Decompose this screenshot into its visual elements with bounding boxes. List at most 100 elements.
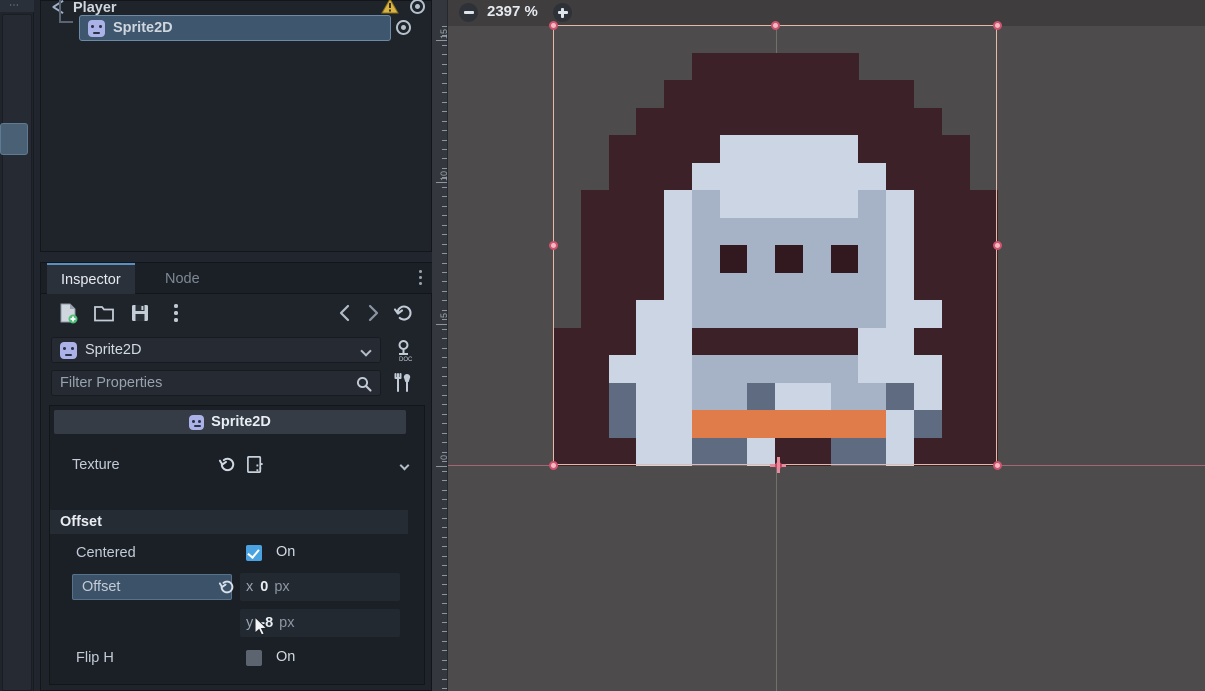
canvas-viewport[interactable]: 2397 % 15 10 5 0 [255,0,1205,691]
ruler-tick [442,621,447,623]
property-label-texture: Texture [72,457,120,473]
ruler-tick [442,574,447,576]
ruler-label: 0 [439,455,449,461]
zoom-out-icon[interactable] [459,3,478,22]
revert-icon[interactable] [218,455,237,474]
zoom-level-label[interactable]: 2397 % [487,3,538,20]
sprite2d-icon-mouth [194,424,202,427]
selection-bounding-box [553,25,997,465]
quick-load-icon[interactable] [246,455,265,474]
selection-handle-middle-left[interactable] [549,241,558,250]
object-tools-icon[interactable] [391,370,417,396]
ruler-tick [442,565,447,567]
ruler-tick [442,158,447,160]
checkbox-flip-v[interactable] [246,684,262,685]
history-next-icon[interactable] [362,302,384,324]
left-dock-selected-item[interactable] [0,123,28,155]
node-warning-icon[interactable] [381,0,399,14]
offset-x-unit: px [274,579,290,595]
ruler-tick [442,584,447,586]
selection-handle-top-left[interactable] [549,21,558,30]
property-group-header-sprite2d[interactable]: Sprite2D [54,410,406,434]
ruler-tick [442,394,447,396]
ruler-major-tick [436,182,447,183]
ruler-tick [442,215,447,217]
revert-icon[interactable] [218,578,236,596]
property-row-flip-v[interactable]: Flip V On [50,675,424,685]
ruler-tick [442,640,447,642]
ruler-tick [442,669,447,671]
save-resource-icon[interactable] [129,302,151,324]
sprite-pivot-handle[interactable] [770,457,786,473]
selection-handle-bottom-left[interactable] [549,461,558,470]
ruler-tick [442,300,447,302]
ruler-tick [442,309,447,311]
ruler-label: 15 [439,29,449,40]
selection-handle-middle-right[interactable] [993,241,1002,250]
new-resource-icon[interactable] [57,302,79,324]
ruler-tick [442,527,447,529]
viewport-topbar [432,0,1205,26]
dock-drag-handle-icon[interactable]: ⋯ [9,1,20,11]
offset-y-axis-label: y [246,615,254,631]
checkbox-flip-h-label: On [276,649,296,665]
sprite2d-icon-mouth [93,31,100,34]
kebab-menu-icon[interactable] [419,270,423,285]
checkbox-centered-label: On [276,544,296,560]
left-dock-strip: ⋯ [0,0,34,691]
filter-properties-input[interactable]: Filter Properties [51,370,381,396]
inspector-object-selector[interactable]: Sprite2D [51,337,381,363]
chevron-down-icon[interactable] [360,345,372,357]
ruler-tick [442,489,447,491]
selection-handle-top-right[interactable] [993,21,1002,30]
property-row-centered[interactable]: Centered On [50,536,424,570]
vertical-ruler: 15 10 5 0 [432,0,449,691]
zoom-in-icon[interactable] [553,3,572,22]
resource-extra-menu-icon[interactable] [165,302,187,324]
property-section-offset[interactable]: Offset [50,510,408,534]
ruler-tick [442,631,447,633]
property-label-centered: Centered [76,545,136,561]
ruler-tick [442,63,447,65]
history-icon[interactable] [393,302,415,324]
ruler-tick [442,442,447,444]
ruler-tick [442,650,447,652]
ruler-tick [442,376,447,378]
ruler-tick [442,205,447,207]
tab-node[interactable]: Node [151,263,214,294]
inspector-dock: Inspector Node Sprite2D DOC Filter Prope… [40,262,460,691]
scene-tree-label-player: Player [73,0,117,16]
open-resource-icon[interactable] [93,302,115,324]
ruler-tick [442,347,447,349]
open-documentation-icon[interactable]: DOC [391,337,417,363]
filter-properties-placeholder: Filter Properties [60,375,163,391]
ruler-tick [442,413,447,415]
property-row-texture[interactable]: Texture [50,448,424,482]
offset-x-field[interactable]: x 0 px [240,573,400,601]
offset-y-unit: px [279,615,295,631]
ruler-tick [442,130,447,132]
inspector-object-selector-label: Sprite2D [85,342,142,358]
ruler-tick [442,139,447,141]
checkbox-flip-h[interactable] [246,650,262,666]
selection-handle-top-center[interactable] [771,21,780,30]
ruler-tick [442,186,447,188]
checkbox-centered[interactable] [246,545,262,561]
ruler-tick [442,678,447,680]
ruler-tick [442,271,447,273]
visibility-eye-icon-player[interactable] [410,0,425,14]
ruler-tick [442,366,447,368]
ruler-tick [442,262,447,264]
chevron-down-icon[interactable] [399,460,410,471]
scene-tree-row-sprite2d[interactable]: Sprite2D [79,15,391,41]
ruler-major-tick [436,466,447,467]
visibility-eye-icon-sprite2d[interactable] [396,20,411,35]
ruler-tick [442,603,447,605]
property-row-flip-h[interactable]: Flip H On [50,641,424,675]
history-previous-icon[interactable] [334,302,356,324]
selection-handle-bottom-right[interactable] [993,461,1002,470]
property-label-flip-h: Flip H [76,650,114,666]
inspector-toolbar [41,294,433,332]
mouse-cursor [255,617,268,636]
tab-inspector[interactable]: Inspector [47,263,135,294]
